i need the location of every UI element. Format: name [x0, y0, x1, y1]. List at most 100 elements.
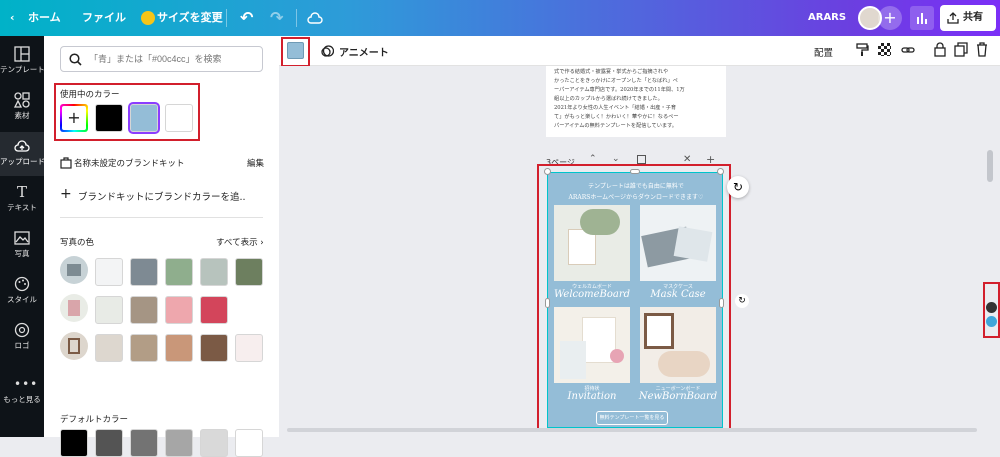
rotate-icon[interactable]: ↻: [727, 176, 749, 198]
palette-icon: [14, 276, 30, 292]
transparency-icon[interactable]: [878, 43, 891, 56]
photo-color-swatch[interactable]: [200, 296, 228, 324]
search-input[interactable]: [89, 50, 259, 68]
divider: [60, 217, 263, 218]
arrange-button[interactable]: 配置: [814, 45, 833, 59]
crown-icon: [141, 11, 155, 25]
photo-color-swatch[interactable]: [130, 296, 158, 324]
rail-photos[interactable]: 写真: [0, 224, 44, 268]
free-templates-button[interactable]: 無料テンプレート一覧を見る: [596, 411, 668, 425]
more-icon: •••: [14, 377, 39, 391]
rotate-handle-icon[interactable]: ↻: [735, 294, 749, 308]
lock-icon[interactable]: [934, 42, 946, 57]
vertical-scrollbar[interactable]: [987, 150, 993, 182]
paint-roller-icon[interactable]: [855, 43, 869, 57]
photo-color-swatch[interactable]: [95, 334, 123, 362]
show-all-label: すべて表示: [216, 238, 258, 248]
photo-color-swatch[interactable]: [235, 334, 263, 362]
rail-templates[interactable]: テンプレート: [0, 40, 45, 84]
logo-icon: [14, 322, 30, 338]
search-box[interactable]: [60, 46, 263, 72]
undo-icon[interactable]: ↶: [240, 0, 253, 36]
item-en-label: Mask Case: [650, 289, 706, 300]
rail-uploads[interactable]: アップロード: [0, 132, 45, 176]
page-duplicate-icon[interactable]: [637, 155, 646, 164]
resize-handle[interactable]: [630, 169, 640, 174]
photo-color-swatch[interactable]: [165, 258, 193, 286]
photo-color-swatch[interactable]: [95, 258, 123, 286]
fill-color-chip[interactable]: [287, 42, 304, 59]
share-button[interactable]: 共有: [940, 5, 996, 31]
item-en-label: WelcomeBoard: [553, 289, 631, 300]
link-icon[interactable]: [901, 43, 915, 57]
default-colors-title: デフォルトカラー: [60, 415, 129, 425]
resize-button[interactable]: サイズを変更: [157, 0, 223, 36]
add-brand-color-link[interactable]: ブランドキットにブランドカラーを追..: [78, 189, 246, 203]
resize-handle[interactable]: [719, 298, 724, 308]
photo-color-swatch[interactable]: [200, 258, 228, 286]
default-color-swatch[interactable]: [235, 429, 263, 457]
add-color-button[interactable]: +: [60, 104, 88, 132]
page-up-chevron-icon[interactable]: ⌃: [589, 154, 597, 164]
in-use-swatch[interactable]: [95, 104, 123, 132]
photo-color-swatch[interactable]: [165, 334, 193, 362]
resize-handle[interactable]: [544, 168, 551, 175]
extension-icon[interactable]: [986, 316, 997, 327]
brand-kit-icon: [60, 157, 72, 169]
default-color-swatch[interactable]: [200, 429, 228, 457]
default-color-swatch[interactable]: [165, 429, 193, 457]
cloud-save-icon[interactable]: [307, 11, 323, 25]
horizontal-scrollbar[interactable]: [287, 428, 977, 432]
redo-icon[interactable]: ↷: [270, 0, 283, 36]
newborn-board-photo[interactable]: [640, 307, 716, 383]
photo-color-swatch[interactable]: [165, 296, 193, 324]
photo-icon: [14, 231, 30, 245]
home-link[interactable]: ホーム: [28, 0, 61, 36]
default-color-swatch[interactable]: [130, 429, 158, 457]
page-text-line: 組以上のカップルから選ばれ続けてきました。: [554, 96, 663, 102]
photo-thumbnail[interactable]: [60, 256, 88, 284]
divider: [226, 9, 227, 27]
mask-case-photo[interactable]: [640, 205, 716, 281]
page-text-line: ーパーアイテム専門店です。2020年までの11年間、1万: [554, 87, 685, 93]
welcome-board-photo[interactable]: [554, 205, 630, 281]
photo-thumbnail[interactable]: [60, 294, 88, 322]
animate-button[interactable]: アニメート: [339, 44, 389, 59]
photo-color-swatch[interactable]: [130, 258, 158, 286]
trash-icon[interactable]: [976, 42, 988, 57]
rail-label: 素材: [14, 111, 30, 120]
page-down-chevron-icon[interactable]: ⌄: [612, 154, 620, 164]
photo-color-swatch[interactable]: [235, 258, 263, 286]
team-name: ARARS: [808, 12, 847, 23]
cloud-upload-icon: [14, 140, 30, 152]
resize-handle[interactable]: [545, 298, 550, 308]
file-menu[interactable]: ファイル: [82, 0, 126, 36]
in-use-swatch[interactable]: [130, 104, 158, 132]
divider: [296, 9, 297, 27]
show-all-link[interactable]: すべて表示 ›: [216, 236, 264, 248]
photo-color-swatch[interactable]: [130, 334, 158, 362]
rail-more[interactable]: ••• もっと見る: [0, 370, 44, 414]
back-chevron-icon[interactable]: ‹: [10, 0, 15, 36]
in-use-swatch[interactable]: [165, 104, 193, 132]
default-color-swatch[interactable]: [95, 429, 123, 457]
photo-color-swatch[interactable]: [95, 296, 123, 324]
top-bar: ‹ ホーム ファイル サイズを変更 ↶ ↷ ARARS + 共有: [0, 0, 1000, 36]
close-widget-icon[interactable]: [986, 302, 997, 313]
photo-thumbnail[interactable]: [60, 332, 88, 360]
default-color-swatch[interactable]: [60, 429, 88, 457]
resize-handle[interactable]: [717, 168, 724, 175]
insights-icon[interactable]: [910, 6, 934, 30]
photo-color-swatch[interactable]: [200, 334, 228, 362]
design-page[interactable]: テンプレートは誰でも自由に無料で ARARSホームページからダウンロードできます…: [547, 172, 723, 428]
rail-label: アップロード: [0, 157, 45, 166]
rail-text[interactable]: T テキスト: [0, 178, 44, 222]
rail-elements[interactable]: 素材: [0, 86, 44, 130]
page-text-line: パーアイテムの無料テンプレートを配信しています。: [554, 123, 677, 129]
invitation-photo[interactable]: [554, 307, 630, 383]
rail-logos[interactable]: ロゴ: [0, 316, 44, 360]
add-member-icon[interactable]: +: [878, 6, 902, 30]
edit-link[interactable]: 編集: [247, 157, 264, 169]
rail-styles[interactable]: スタイル: [0, 270, 44, 314]
duplicate-icon[interactable]: [954, 42, 968, 57]
